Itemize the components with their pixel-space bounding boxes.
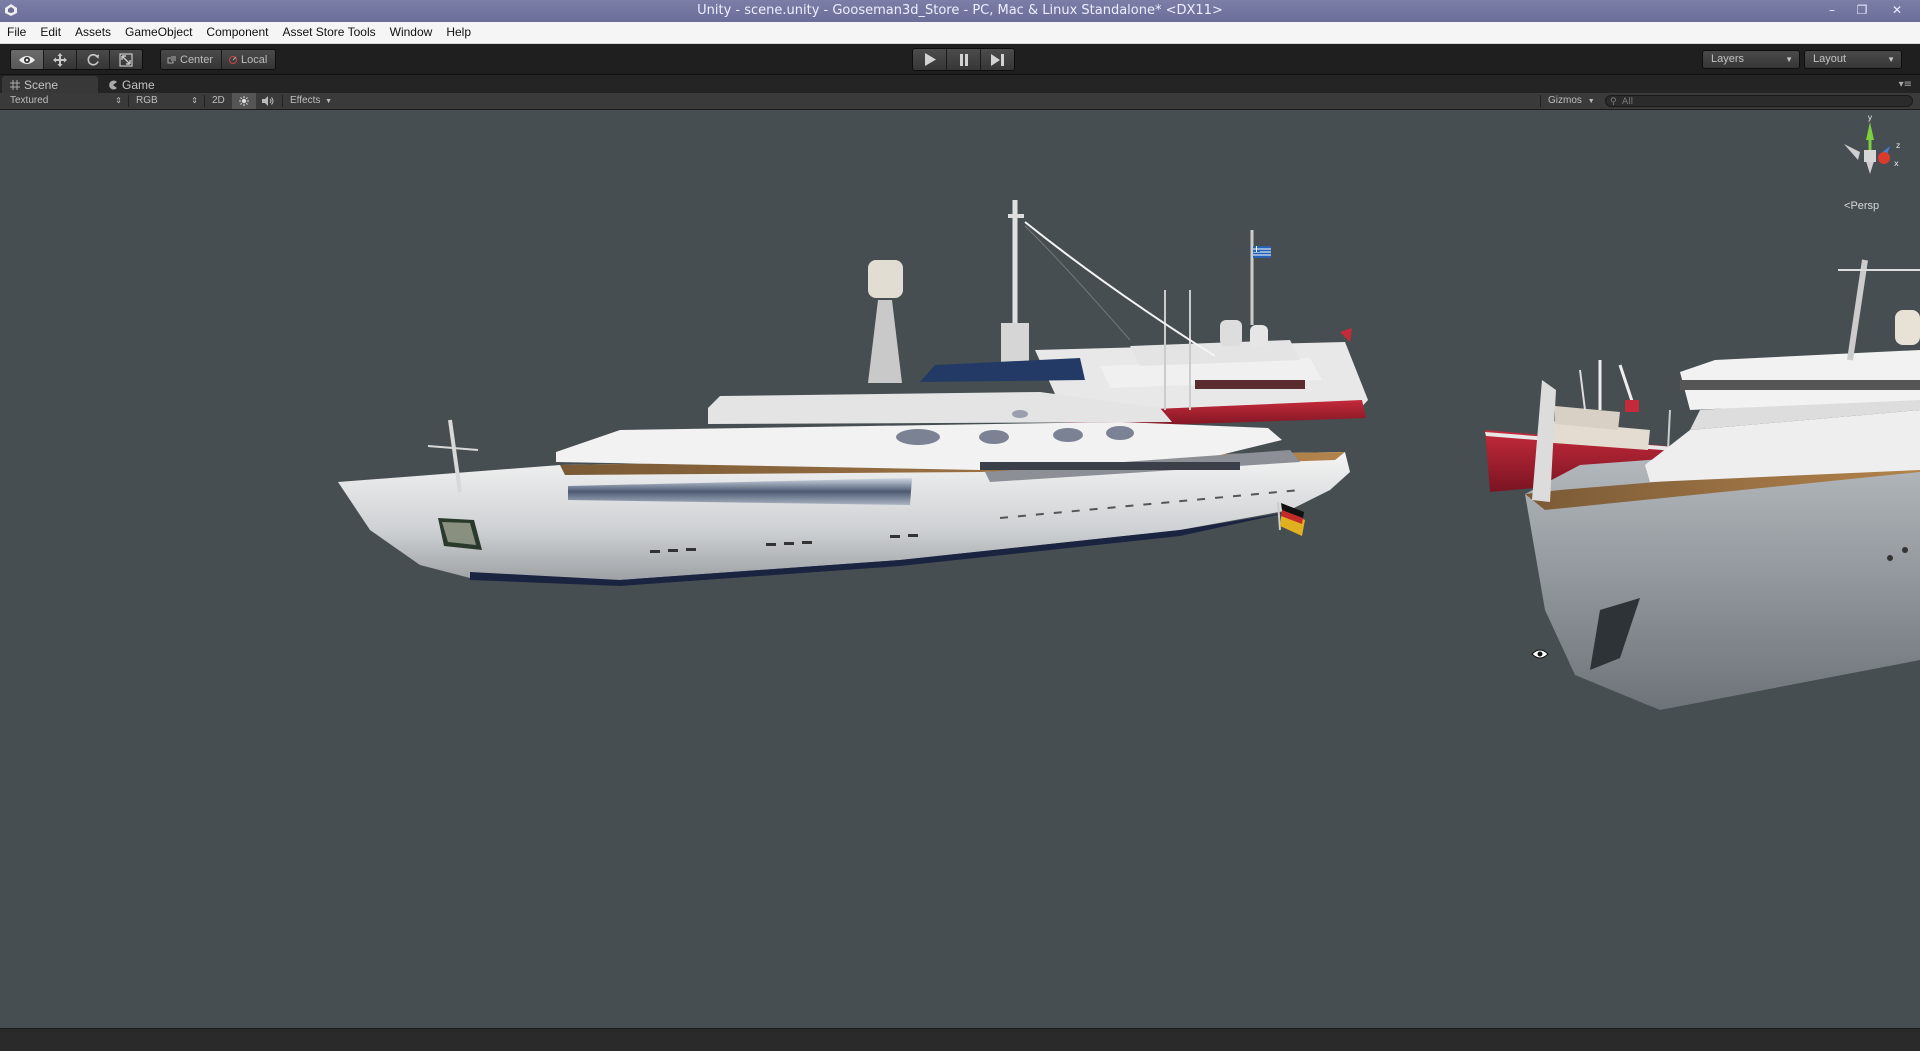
axis-y-icon[interactable] — [1866, 122, 1874, 140]
updown-icon: ⇕ — [115, 96, 122, 105]
partial-white-yacht[interactable] — [1525, 259, 1920, 710]
rotate-tool-button[interactable] — [77, 50, 110, 69]
scene-search-input[interactable]: ⚲ All — [1605, 95, 1913, 107]
audio-toggle[interactable] — [262, 93, 274, 109]
view-tool-button[interactable] — [11, 50, 44, 69]
layers-label: Layers — [1711, 53, 1745, 65]
menu-window[interactable]: Window — [383, 22, 440, 43]
play-controls — [912, 48, 1015, 71]
menu-asset-store-tools[interactable]: Asset Store Tools — [275, 22, 382, 43]
search-placeholder: All — [1622, 97, 1634, 107]
axis-neg-x-icon[interactable] — [1844, 144, 1860, 160]
play-icon — [924, 53, 936, 66]
main-toolbar: Center Local Layers ▼ Layout ▼ — [0, 44, 1920, 75]
layers-dropdown[interactable]: Layers ▼ — [1702, 50, 1800, 69]
pacman-icon — [109, 80, 117, 89]
projection-label: Persp — [1850, 200, 1880, 212]
menu-gameobject[interactable]: GameObject — [118, 22, 199, 43]
layout-label: Layout — [1813, 53, 1847, 65]
tab-scene-label: Scene — [24, 77, 59, 92]
separator — [204, 95, 205, 107]
chevron-down-icon: ▼ — [325, 98, 333, 105]
sun-icon — [239, 96, 249, 106]
close-button[interactable]: ✕ — [1880, 1, 1914, 19]
window-title: Unity - scene.unity - Gooseman3d_Store -… — [697, 3, 1223, 18]
axis-x-icon[interactable] — [1878, 152, 1890, 164]
move-tool-button[interactable] — [44, 50, 77, 69]
window-titlebar: Unity - scene.unity - Gooseman3d_Store -… — [0, 0, 1920, 22]
lighting-toggle[interactable] — [232, 93, 256, 109]
gizmos-label: Gizmos — [1548, 95, 1582, 106]
scale-icon — [119, 52, 133, 67]
move-icon — [53, 52, 67, 67]
pause-button[interactable] — [947, 49, 981, 70]
pivot-toggles: Center Local — [160, 49, 277, 70]
menu-component[interactable]: Component — [199, 22, 275, 43]
chevron-down-icon: ▼ — [1587, 98, 1595, 105]
grid-icon — [10, 79, 20, 90]
pause-icon — [959, 53, 968, 66]
separator — [128, 95, 129, 107]
status-bar — [0, 1028, 1920, 1051]
transform-tools — [10, 49, 143, 70]
projection-toggle[interactable]: <Persp — [1844, 200, 1879, 212]
effects-dropdown[interactable]: Effects ▼ — [290, 93, 332, 109]
tab-menu-icon[interactable]: ▾≡ — [1899, 79, 1912, 90]
draw-mode-dropdown[interactable]: Textured ⇕ — [10, 93, 122, 109]
step-button[interactable] — [981, 49, 1014, 70]
axis-y-label: y — [1868, 114, 1873, 122]
tab-game[interactable]: Game — [100, 76, 163, 93]
menu-help[interactable]: Help — [439, 22, 478, 43]
radar-dome — [868, 260, 903, 383]
scene-orientation-gizmo[interactable]: y z x — [1834, 114, 1906, 204]
maximize-button[interactable]: ❐ — [1850, 1, 1874, 19]
pivot-local-label: Local — [241, 53, 268, 66]
gizmos-dropdown[interactable]: Gizmos ▼ — [1548, 93, 1595, 109]
pivot-local-icon — [229, 55, 238, 64]
center-cube-icon[interactable] — [1864, 150, 1876, 162]
menu-file[interactable]: File — [0, 22, 33, 43]
tab-game-label: Game — [122, 77, 155, 92]
chevron-down-icon: ▼ — [1887, 55, 1895, 64]
render-mode-dropdown[interactable]: RGB ⇕ — [136, 93, 198, 109]
axis-x-label: x — [1894, 159, 1899, 168]
separator — [1540, 95, 1541, 107]
menu-edit[interactable]: Edit — [33, 22, 68, 43]
pivot-center-label: Center — [180, 53, 214, 66]
mode-2d-toggle[interactable]: 2D — [212, 93, 225, 109]
eye-cursor-icon — [1531, 649, 1549, 659]
scene-view-bar: Textured ⇕ RGB ⇕ 2D Effects ▼ Gizmos ▼ ⚲… — [0, 93, 1920, 110]
eye-icon — [19, 55, 35, 64]
tab-scene[interactable]: Scene — [2, 76, 98, 93]
speaker-icon — [262, 96, 274, 106]
draw-mode-label: Textured — [10, 95, 49, 106]
scene-render — [338, 200, 1920, 710]
axis-z-label: z — [1896, 141, 1900, 150]
play-button[interactable] — [913, 49, 947, 70]
search-icon: ⚲ — [1610, 97, 1617, 107]
scene-viewport[interactable]: y z x <Persp — [0, 110, 1920, 1028]
step-icon — [990, 53, 1004, 66]
scale-tool-button[interactable] — [110, 50, 142, 69]
chevron-down-icon: ▼ — [1785, 55, 1793, 64]
greece-flag — [1253, 246, 1271, 258]
separator — [282, 95, 283, 107]
render-mode-label: RGB — [136, 95, 158, 106]
layout-dropdown[interactable]: Layout ▼ — [1804, 50, 1902, 69]
rotate-icon — [87, 53, 99, 65]
pivot-local-button[interactable]: Local — [222, 50, 276, 69]
minimize-button[interactable]: – — [1820, 1, 1844, 19]
pivot-center-icon — [167, 55, 176, 63]
effects-label: Effects — [290, 95, 321, 106]
menu-bar: File Edit Assets GameObject Component As… — [0, 22, 1920, 44]
view-tab-bar: Scene Game ▾≡ — [0, 75, 1920, 93]
menu-assets[interactable]: Assets — [68, 22, 118, 43]
pivot-center-button[interactable]: Center — [161, 50, 223, 69]
updown-icon: ⇕ — [191, 96, 198, 105]
